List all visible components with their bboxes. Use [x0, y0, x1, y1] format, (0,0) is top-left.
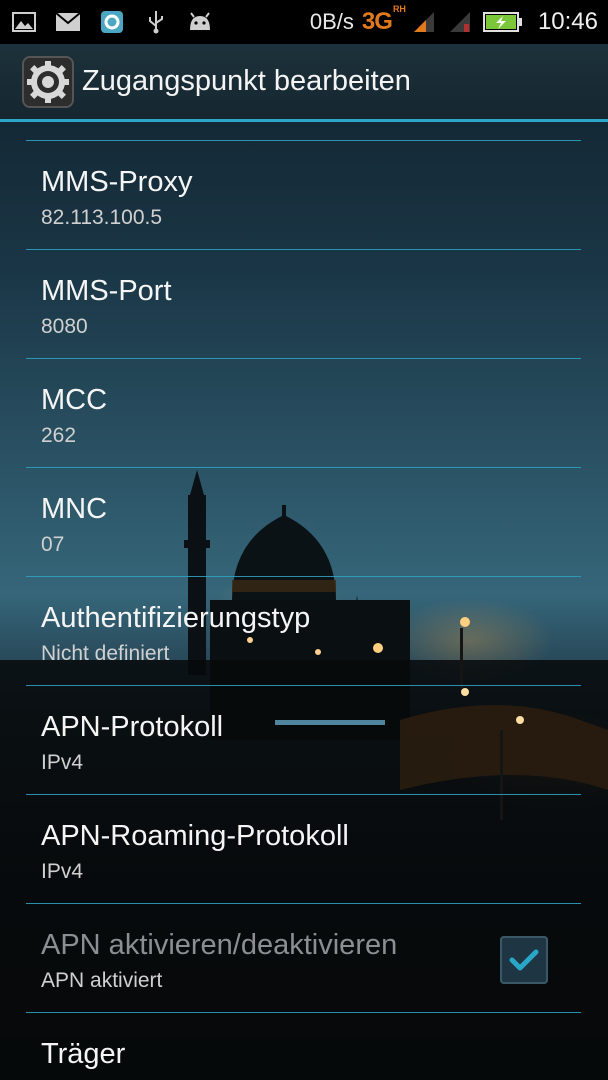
pref-apn-roaming-protocol[interactable]: APN-Roaming-Protokoll IPv4	[0, 795, 608, 903]
pref-apn-enable[interactable]: APN aktivieren/deaktivieren APN aktivier…	[0, 904, 608, 1012]
pref-apn-protocol[interactable]: APN-Protokoll IPv4	[0, 686, 608, 794]
checkmark-icon	[509, 949, 539, 971]
usb-icon	[142, 10, 170, 34]
signal-icon	[410, 10, 438, 34]
pref-summary: IPv4	[41, 860, 84, 883]
pref-title: MNC	[41, 493, 108, 525]
notification-icons	[10, 10, 214, 34]
pref-summary: 07	[41, 533, 65, 556]
pref-mnc[interactable]: MNC 07	[0, 468, 608, 576]
network-speed: 0B/s	[309, 9, 354, 34]
pref-summary: IPv4	[41, 751, 84, 774]
pref-summary: Nicht definiert	[41, 642, 170, 665]
signal-sim2-icon	[446, 10, 474, 34]
app-icon	[98, 10, 126, 34]
pref-title: Authentifizierungstyp	[41, 602, 311, 634]
pref-title: MMS-Port	[41, 275, 172, 307]
status-bar: 0B/s 3G RH 10:46	[0, 0, 608, 44]
action-bar: Zugangspunkt bearbeiten	[0, 44, 608, 122]
apn-enabled-checkbox[interactable]	[500, 936, 548, 984]
system-indicators: 0B/s 3G RH 10:46	[309, 4, 598, 36]
pref-mcc[interactable]: MCC 262	[0, 359, 608, 467]
pref-summary: 82.113.100.5	[41, 206, 163, 229]
mail-icon	[54, 10, 82, 34]
android-icon	[186, 10, 214, 34]
pref-title: Träger	[41, 1038, 126, 1070]
page-title: Zugangspunkt bearbeiten	[82, 65, 411, 97]
pref-bearer[interactable]: Träger	[0, 1013, 608, 1080]
pref-auth-type[interactable]: Authentifizierungstyp Nicht definiert	[0, 577, 608, 685]
battery-charging-icon	[482, 10, 524, 34]
clock: 10:46	[537, 8, 598, 35]
pref-mms-proxy[interactable]: MMS-Proxy 82.113.100.5	[0, 141, 608, 249]
pref-mms-port[interactable]: MMS-Port 8080	[0, 250, 608, 358]
settings-gear-icon[interactable]	[22, 55, 74, 108]
pref-title: APN-Protokoll	[41, 711, 224, 743]
pref-summary: 8080	[41, 315, 88, 338]
pref-title: MMS-Proxy	[41, 166, 193, 198]
preference-list: MMS-Proxy 82.113.100.5 MMS-Port 8080 MCC…	[0, 140, 608, 1080]
pref-title: MCC	[41, 384, 108, 416]
pref-summary: 262	[41, 424, 77, 447]
network-type: 3G RH	[361, 4, 406, 35]
image-icon	[10, 10, 38, 34]
pref-title: APN-Roaming-Protokoll	[41, 820, 349, 852]
